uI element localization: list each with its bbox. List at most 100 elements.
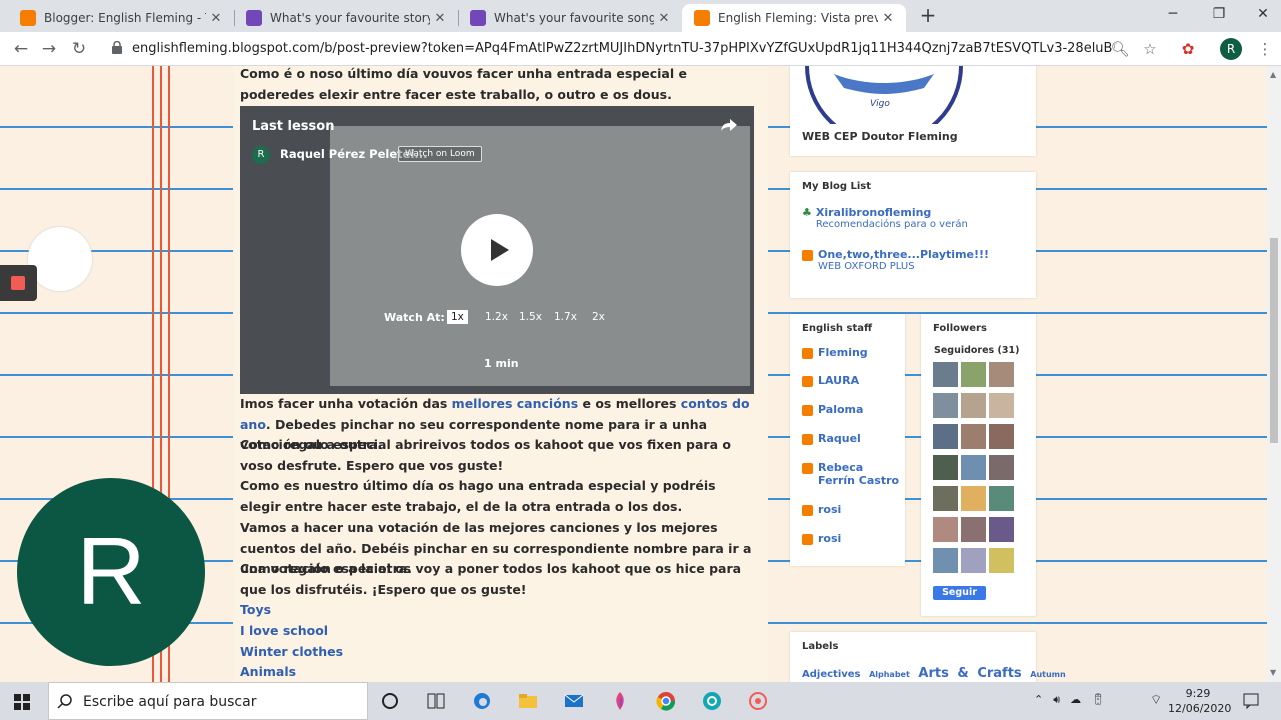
kahoot-link-animals[interactable]: Animals	[240, 662, 296, 682]
staff-item[interactable]: Raquel	[802, 432, 861, 445]
wifi-icon[interactable]: ⌔	[1150, 692, 1162, 708]
windows-start-icon[interactable]	[14, 694, 30, 710]
tab-story-form[interactable]: What's your favourite story? ✕	[234, 4, 458, 32]
speed-option[interactable]: 1.5x	[515, 310, 546, 324]
follower-avatar[interactable]	[933, 424, 958, 449]
new-tab-button[interactable]: +	[916, 4, 940, 28]
follow-button[interactable]: Seguir	[933, 586, 986, 600]
follower-avatar[interactable]	[989, 455, 1014, 480]
watch-on-loom-button[interactable]: Watch on Loom	[398, 146, 482, 162]
tab-preview[interactable]: English Fleming: Vista previa "PR ✕	[682, 4, 906, 32]
loom-video[interactable]: Last lesson R Raquel Pérez Peletei... Wa…	[240, 106, 754, 394]
staff-item[interactable]: rosi	[802, 532, 841, 545]
label-link[interactable]: Alphabet	[869, 670, 910, 679]
kahoot-link-school[interactable]: I love school	[240, 621, 328, 642]
follower-avatar[interactable]	[933, 548, 958, 573]
minimize-button[interactable]: ─	[1150, 0, 1196, 30]
page-scrollbar[interactable]: ▲ ▼	[1267, 66, 1281, 682]
best-songs-link[interactable]: mellores cancións	[452, 396, 578, 411]
follower-avatar[interactable]	[961, 517, 986, 542]
scroll-up-icon[interactable]: ▲	[1270, 70, 1276, 79]
address-bar[interactable]: englishfleming.blogspot.com/b/post-previ…	[102, 36, 1168, 62]
close-window-button[interactable]: ✕	[1240, 0, 1281, 30]
staff-item[interactable]: rosi	[802, 503, 841, 516]
follower-avatar[interactable]	[961, 455, 986, 480]
follower-avatar[interactable]	[989, 486, 1014, 511]
follower-avatar[interactable]	[933, 517, 958, 542]
label-link[interactable]: Arts	[918, 666, 948, 681]
follower-avatar[interactable]	[961, 393, 986, 418]
follower-avatar[interactable]	[989, 393, 1014, 418]
follower-avatar[interactable]	[989, 424, 1014, 449]
record-stop-button[interactable]	[0, 265, 37, 301]
scroll-down-icon[interactable]: ▼	[1270, 668, 1276, 677]
edge-icon[interactable]	[472, 691, 492, 711]
staff-item[interactable]: LAURA	[802, 374, 859, 387]
tab-blogger[interactable]: Blogger: English Fleming - Todas ✕	[8, 4, 234, 32]
close-icon[interactable]: ✕	[654, 11, 674, 26]
back-button[interactable]: ←	[10, 38, 32, 60]
follower-avatar[interactable]	[933, 393, 958, 418]
mail-icon[interactable]	[564, 691, 584, 711]
blog-link[interactable]: One,two,three...Playtime!!!	[818, 248, 989, 261]
file-explorer-icon[interactable]	[518, 691, 538, 711]
blog-list-item[interactable]: One,two,three...Playtime!!! WEB OXFORD P…	[802, 248, 989, 272]
school-logo[interactable]: Vigo	[804, 66, 964, 124]
close-icon[interactable]: ✕	[430, 11, 450, 26]
zoom-icon[interactable]: 🔍︎	[1110, 38, 1130, 60]
follower-avatar[interactable]	[933, 486, 958, 511]
photos-icon[interactable]	[610, 691, 630, 711]
blog-link[interactable]: Xiralibronofleming	[816, 206, 968, 219]
follower-avatar[interactable]	[989, 548, 1014, 573]
follower-avatar[interactable]	[961, 362, 986, 387]
follower-avatar[interactable]	[961, 548, 986, 573]
follower-avatar[interactable]	[933, 362, 958, 387]
bookmark-star-icon[interactable]: ☆	[1140, 38, 1160, 60]
kahoot-link-toys[interactable]: Toys	[240, 600, 271, 621]
staff-item[interactable]: Rebeca Ferrín Castro	[802, 461, 902, 487]
staff-link[interactable]: rosi	[818, 532, 841, 545]
staff-link[interactable]: Raquel	[818, 432, 861, 445]
taskbar-search[interactable]: Escribe aquí para buscar	[48, 682, 368, 720]
follower-avatar[interactable]	[989, 517, 1014, 542]
staff-item[interactable]: Fleming	[802, 346, 868, 359]
taskbar-clock[interactable]: 9:29 12/06/2020	[1168, 686, 1231, 716]
speed-option[interactable]: 2x	[588, 310, 609, 324]
staff-link[interactable]: LAURA	[818, 374, 859, 387]
cortana-icon[interactable]	[380, 691, 400, 711]
play-button[interactable]	[461, 214, 533, 286]
chrome-icon[interactable]	[656, 691, 676, 711]
maximize-button[interactable]: ❐	[1196, 0, 1242, 30]
close-icon[interactable]: ✕	[878, 11, 898, 26]
scrollbar-thumb[interactable]	[1270, 238, 1278, 443]
speed-option[interactable]: 1.7x	[550, 310, 581, 324]
speed-option[interactable]: 1.2x	[481, 310, 512, 324]
extension-icon[interactable]: ✿	[1178, 38, 1198, 60]
kahoot-link-winter-clothes[interactable]: Winter clothes	[240, 642, 343, 663]
menu-icon[interactable]: ⋮	[1255, 38, 1275, 60]
follower-avatar[interactable]	[933, 455, 958, 480]
staff-link[interactable]: Paloma	[818, 403, 863, 416]
staff-link[interactable]: rosi	[818, 503, 841, 516]
app-icon[interactable]	[702, 691, 722, 711]
system-tray-icons[interactable]: ⌃🔊︎☁︎🔋︎	[1034, 693, 1115, 707]
staff-link[interactable]: Rebeca Ferrín Castro	[818, 461, 902, 487]
forward-button[interactable]: →	[38, 38, 60, 60]
speed-option[interactable]: 1x	[447, 310, 468, 324]
reload-button[interactable]: ↻	[68, 38, 90, 60]
label-link[interactable]: &	[957, 666, 968, 681]
staff-item[interactable]: Paloma	[802, 403, 863, 416]
staff-link[interactable]: Fleming	[818, 346, 868, 359]
camera-avatar[interactable]: R	[17, 478, 205, 666]
share-icon[interactable]	[720, 118, 738, 132]
close-icon[interactable]: ✕	[206, 11, 226, 26]
loom-icon[interactable]	[748, 691, 768, 711]
notifications-icon[interactable]	[1243, 693, 1259, 709]
follower-avatar[interactable]	[961, 424, 986, 449]
follower-avatar[interactable]	[989, 362, 1014, 387]
blog-list-item[interactable]: ♣ Xiralibronofleming Recomendacións para…	[802, 206, 968, 230]
profile-avatar[interactable]: R	[1220, 38, 1242, 60]
label-link[interactable]: Autumn	[1030, 670, 1065, 679]
follower-avatar[interactable]	[961, 486, 986, 511]
label-link[interactable]: Crafts	[977, 666, 1021, 681]
